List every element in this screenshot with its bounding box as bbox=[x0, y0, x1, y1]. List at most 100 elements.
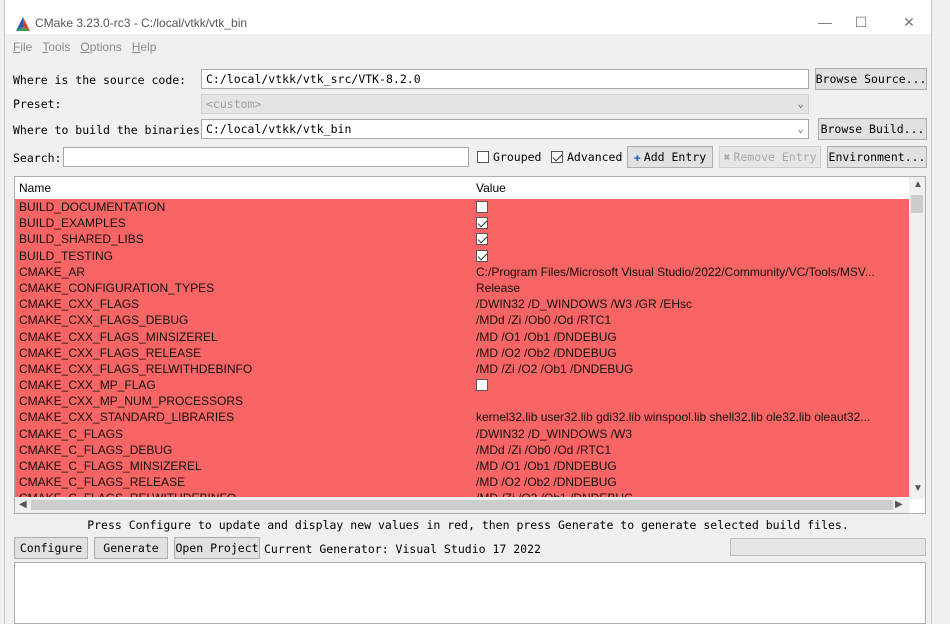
menu-help[interactable]: Help bbox=[132, 40, 157, 60]
table-row[interactable]: CMAKE_CXX_FLAGS/DWIN32 /D_WINDOWS /W3 /G… bbox=[15, 296, 910, 312]
cache-entry-value[interactable]: /MD /O2 /Ob2 /DNDEBUG bbox=[476, 345, 910, 361]
advanced-label: Advanced bbox=[567, 150, 623, 164]
menu-file[interactable]: File bbox=[13, 40, 32, 60]
horizontal-scrollbar[interactable]: ◀ ▶ bbox=[15, 497, 910, 513]
current-generator: Current Generator: Visual Studio 17 2022 bbox=[264, 542, 541, 556]
advanced-checkbox[interactable]: Advanced bbox=[551, 150, 622, 164]
cache-entry-value[interactable]: /MD /Zi /O2 /Ob1 /DNDEBUG bbox=[476, 361, 910, 377]
table-row[interactable]: CMAKE_C_FLAGS_DEBUG/MDd /Zi /Ob0 /Od /RT… bbox=[15, 442, 910, 458]
browse-build-button[interactable]: Browse Build... bbox=[818, 118, 927, 140]
cache-entry-name: CMAKE_AR bbox=[19, 264, 86, 279]
cache-entry-value[interactable]: /DWIN32 /D_WINDOWS /W3 bbox=[476, 426, 910, 442]
add-entry-icon: ✚ bbox=[633, 150, 641, 164]
cache-entry-checkbox[interactable] bbox=[476, 201, 488, 213]
cache-entry-value[interactable]: /DWIN32 /D_WINDOWS /W3 /GR /EHsc bbox=[476, 296, 910, 312]
column-header-value[interactable]: Value bbox=[476, 181, 506, 195]
table-row[interactable]: CMAKE_CXX_FLAGS_RELWITHDEBINFO/MD /Zi /O… bbox=[15, 361, 910, 377]
table-row[interactable]: CMAKE_CXX_FLAGS_RELEASE/MD /O2 /Ob2 /DND… bbox=[15, 345, 910, 361]
table-row[interactable]: CMAKE_CXX_MP_NUM_PROCESSORS bbox=[15, 393, 910, 409]
remove-entry-icon: ✖ bbox=[723, 150, 731, 164]
cache-entry-name: CMAKE_CXX_FLAGS bbox=[19, 297, 140, 312]
scroll-left-icon[interactable]: ◀ bbox=[19, 499, 27, 510]
cache-entry-checkbox[interactable] bbox=[476, 233, 488, 246]
cache-entry-name: CMAKE_CXX_FLAGS_DEBUG bbox=[19, 313, 189, 328]
environment-button[interactable]: Environment... bbox=[827, 146, 927, 168]
cache-entry-name: CMAKE_C_FLAGS bbox=[19, 426, 124, 441]
table-row[interactable]: CMAKE_C_FLAGS_MINSIZEREL/MD /O1 /Ob1 /DN… bbox=[15, 458, 910, 474]
menu-options[interactable]: Options bbox=[80, 40, 121, 60]
remove-entry-button[interactable]: ✖ Remove Entry bbox=[719, 146, 821, 168]
preset-label: Preset: bbox=[13, 97, 62, 111]
grouped-checkbox[interactable]: Grouped bbox=[477, 150, 541, 164]
cache-entry-checkbox[interactable] bbox=[476, 379, 488, 392]
table-row[interactable]: CMAKE_C_FLAGS_RELEASE/MD /O2 /Ob2 /DNDEB… bbox=[15, 474, 910, 490]
table-row[interactable]: BUILD_SHARED_LIBS bbox=[15, 231, 910, 247]
advanced-checkbox-box[interactable] bbox=[551, 151, 563, 163]
cache-entry-name: CMAKE_C_FLAGS_RELEASE bbox=[19, 475, 186, 490]
horizontal-scroll-thumb[interactable] bbox=[31, 500, 893, 510]
cache-entry-name: BUILD_EXAMPLES bbox=[19, 216, 126, 231]
cache-entry-value[interactable]: C:/Program Files/Microsoft Visual Studio… bbox=[476, 264, 910, 280]
cache-entry-name: CMAKE_CXX_STANDARD_LIBRARIES bbox=[19, 410, 235, 425]
progress-bar bbox=[730, 538, 926, 556]
preset-select[interactable]: <custom> ⌄ bbox=[201, 94, 809, 114]
cache-entry-name: CMAKE_CXX_FLAGS_MINSIZEREL bbox=[19, 329, 218, 344]
add-entry-label: Add Entry bbox=[643, 150, 707, 164]
add-entry-button[interactable]: ✚ Add Entry bbox=[627, 146, 713, 168]
chevron-down-icon: ⌄ bbox=[797, 122, 804, 135]
cache-entry-value[interactable]: /MD /O1 /Ob1 /DNDEBUG bbox=[476, 458, 910, 474]
cmake-window: CMake 3.23.0-rc3 - C:/local/vtkk/vtk_bin… bbox=[4, 0, 932, 624]
menu-tools[interactable]: Tools bbox=[42, 40, 70, 60]
table-row[interactable]: CMAKE_AR C:/Program Files/Microsoft Visua… bbox=[15, 264, 910, 280]
table-row[interactable]: BUILD_EXAMPLES bbox=[15, 215, 910, 231]
source-path-input[interactable]: C:/local/vtkk/vtk_src/VTK-8.2.0 bbox=[201, 69, 809, 89]
cache-entry-value[interactable]: /MDd /Zi /Ob0 /Od /RTC1 bbox=[476, 312, 910, 328]
close-icon: ✕ bbox=[903, 13, 915, 30]
configure-hint: Press Configure to update and display ne… bbox=[87, 518, 849, 532]
table-header: Name Value bbox=[15, 177, 910, 200]
cmake-logo-icon bbox=[16, 17, 30, 31]
table-row[interactable]: CMAKE_CXX_STANDARD_LIBRARIES kernel32.lib… bbox=[15, 409, 910, 425]
table-row[interactable]: CMAKE_C_FLAGS/DWIN32 /D_WINDOWS /W3 bbox=[15, 426, 910, 442]
column-header-name[interactable]: Name bbox=[19, 181, 51, 195]
output-log[interactable] bbox=[14, 562, 926, 624]
cache-entry-checkbox[interactable] bbox=[476, 217, 488, 230]
table-row[interactable]: CMAKE_CXX_FLAGS_MINSIZEREL/MD /O1 /Ob1 /… bbox=[15, 329, 910, 345]
generate-button[interactable]: Generate bbox=[94, 537, 168, 559]
table-row[interactable]: BUILD_TESTING bbox=[15, 248, 910, 264]
vertical-scrollbar[interactable]: ▲ ▼ bbox=[909, 177, 925, 499]
cache-entry-value[interactable]: /MDd /Zi /Ob0 /Od /RTC1 bbox=[476, 442, 910, 458]
cache-table[interactable]: Name Value BUILD_DOCUMENTATION BUILD_EXAM… bbox=[14, 176, 926, 514]
cache-entry-name: CMAKE_CXX_MP_NUM_PROCESSORS bbox=[19, 394, 244, 409]
cache-entry-value[interactable]: kernel32.lib user32.lib gdi32.lib winspo… bbox=[476, 409, 910, 425]
search-input[interactable] bbox=[63, 147, 469, 167]
cache-entry-name: CMAKE_CXX_FLAGS_RELWITHDEBINFO bbox=[19, 361, 253, 376]
minimize-icon: — bbox=[818, 14, 832, 30]
cache-entry-value[interactable]: Release bbox=[476, 280, 910, 296]
close-button[interactable]: ✕ bbox=[889, 10, 929, 34]
cache-entry-checkbox[interactable] bbox=[476, 249, 488, 262]
table-row[interactable]: BUILD_DOCUMENTATION bbox=[15, 199, 910, 215]
scroll-down-icon[interactable]: ▼ bbox=[913, 483, 923, 494]
table-row[interactable]: CMAKE_CXX_FLAGS_DEBUG/MDd /Zi /Ob0 /Od /… bbox=[15, 312, 910, 328]
browse-source-button[interactable]: Browse Source... bbox=[815, 68, 927, 90]
search-label: Search: bbox=[13, 151, 62, 165]
open-project-button[interactable]: Open Project bbox=[174, 537, 260, 559]
grouped-checkbox-box[interactable] bbox=[477, 151, 489, 163]
cache-entry-name: CMAKE_CXX_FLAGS_RELEASE bbox=[19, 345, 202, 360]
preset-value: <custom> bbox=[206, 97, 262, 111]
cache-entry-value[interactable]: /MD /O2 /Ob2 /DNDEBUG bbox=[476, 474, 910, 490]
cache-entry-name: CMAKE_CONFIGURATION_TYPES bbox=[19, 280, 215, 295]
configure-button[interactable]: Configure bbox=[14, 537, 88, 559]
scroll-right-icon[interactable]: ▶ bbox=[895, 499, 903, 510]
cache-entry-name: CMAKE_C_FLAGS_MINSIZEREL bbox=[19, 459, 202, 473]
minimize-button[interactable]: — bbox=[805, 10, 845, 34]
maximize-button[interactable]: ☐ bbox=[841, 10, 881, 34]
table-row[interactable]: CMAKE_CONFIGURATION_TYPES Release bbox=[15, 280, 910, 296]
vertical-scroll-thumb[interactable] bbox=[911, 195, 923, 213]
build-path-combobox[interactable]: C:/local/vtkk/vtk_bin ⌄ bbox=[201, 119, 809, 139]
cache-entry-value[interactable]: /MD /O1 /Ob1 /DNDEBUG bbox=[476, 329, 910, 345]
table-row[interactable]: CMAKE_CXX_MP_FLAG bbox=[15, 377, 910, 393]
build-path-value: C:/local/vtkk/vtk_bin bbox=[206, 122, 352, 136]
scroll-up-icon[interactable]: ▲ bbox=[913, 179, 923, 190]
